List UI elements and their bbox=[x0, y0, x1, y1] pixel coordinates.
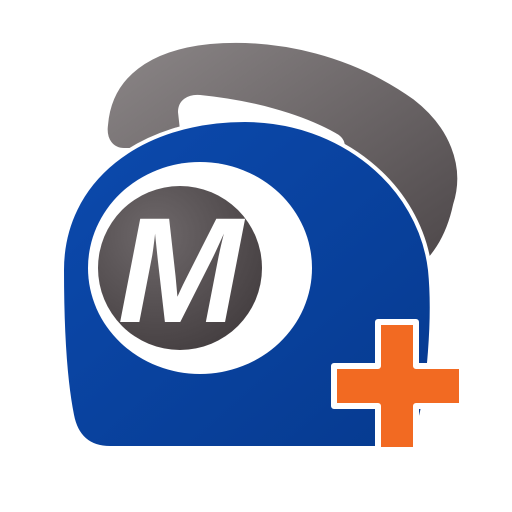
phone-m-plus-icon: M bbox=[59, 38, 465, 453]
app-icon: M bbox=[0, 0, 512, 512]
monogram-letter: M bbox=[118, 186, 246, 354]
